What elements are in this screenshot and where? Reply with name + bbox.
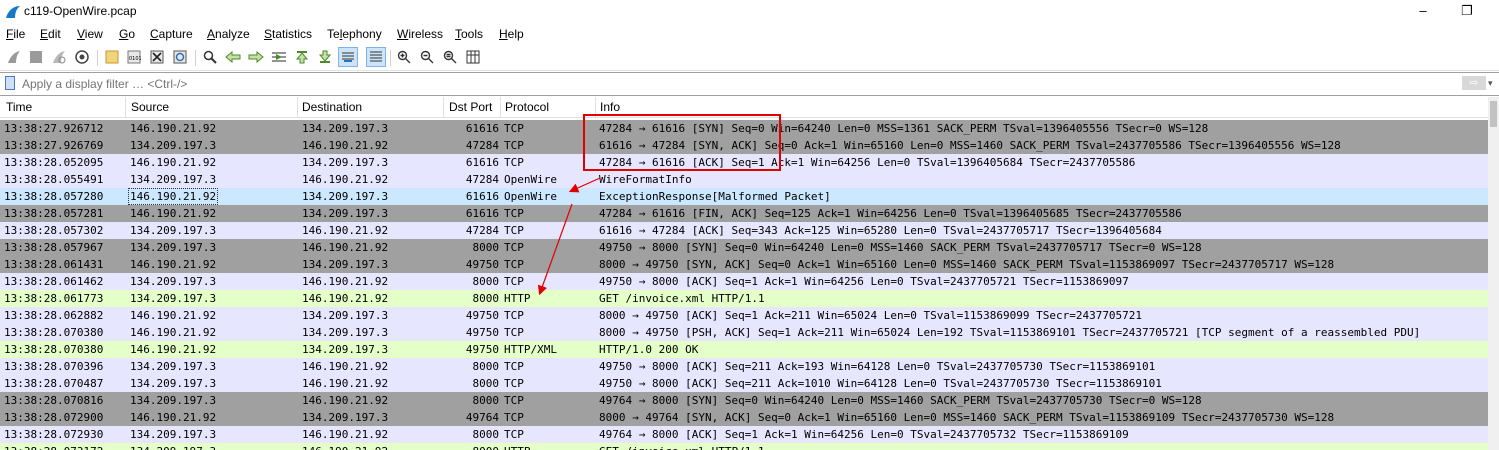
handshake-highlight-box: [583, 114, 781, 171]
annotation-arrow: [537, 203, 573, 296]
annotation-overlay: [537, 114, 781, 296]
annotation-arrow: [568, 177, 601, 193]
